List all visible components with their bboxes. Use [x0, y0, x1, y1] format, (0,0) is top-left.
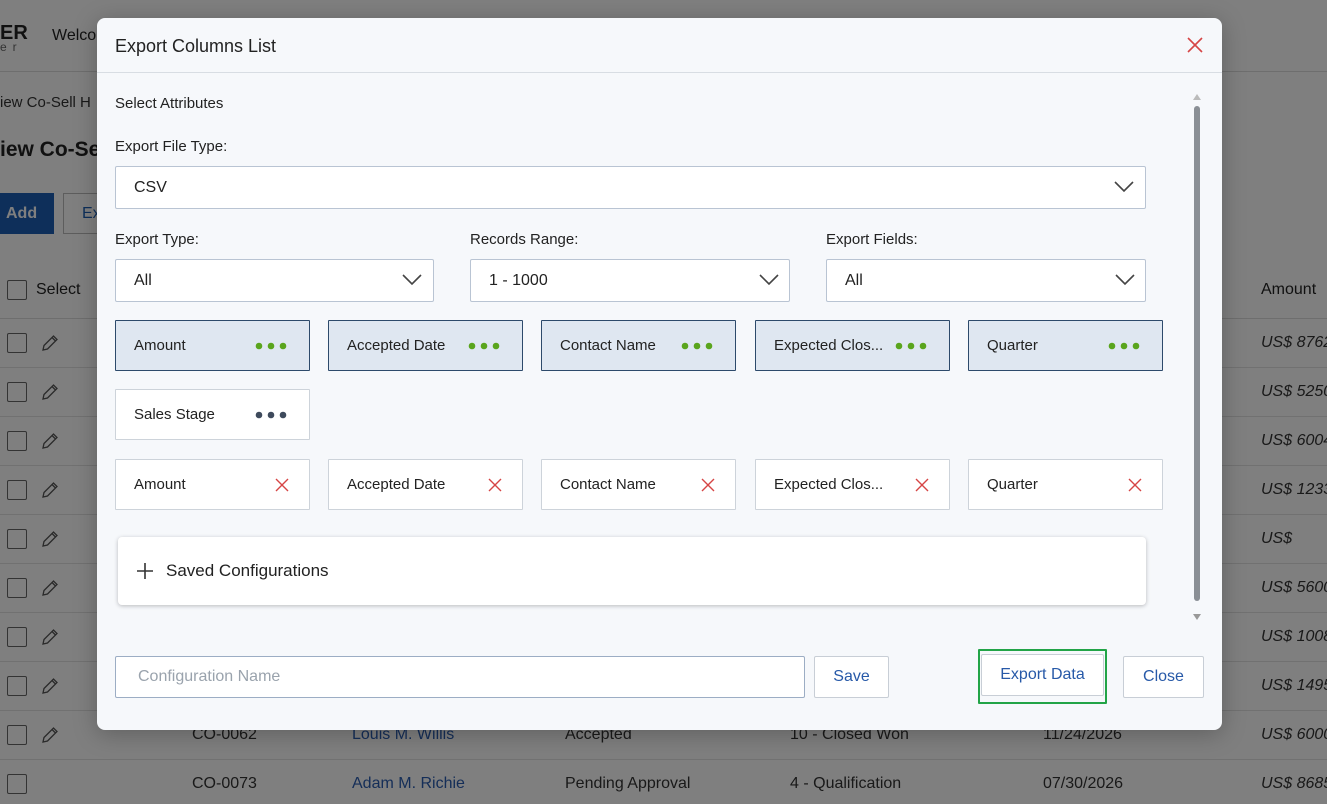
chevron-down-icon [1114, 181, 1134, 193]
selected-column-chip: Contact Name [541, 459, 736, 510]
export-data-button[interactable]: Export Data [981, 654, 1104, 696]
file-type-select[interactable]: CSV [115, 166, 1146, 209]
save-button[interactable]: Save [814, 656, 889, 698]
available-column-chip[interactable]: Quarter [968, 320, 1163, 371]
records-range-select[interactable]: 1 - 1000 [470, 259, 790, 302]
records-range-value: 1 - 1000 [489, 272, 548, 289]
file-type-value: CSV [134, 179, 167, 196]
chip-label: Accepted Date [347, 337, 446, 354]
remove-x-icon[interactable] [487, 477, 503, 493]
selected-column-chip: Quarter [968, 459, 1163, 510]
export-fields-select[interactable]: All [826, 259, 1146, 302]
available-column-chip[interactable]: Sales Stage [115, 389, 310, 440]
available-column-chip[interactable]: Contact Name [541, 320, 736, 371]
configuration-name-input[interactable] [115, 656, 805, 698]
export-type-value: All [134, 272, 152, 289]
export-columns-modal: Export Columns List Select Attributes Ex… [97, 18, 1222, 730]
chip-label: Expected Clos... [774, 476, 884, 493]
more-dots-icon[interactable] [468, 342, 502, 350]
saved-configurations-accordion[interactable]: Saved Configurations [118, 537, 1146, 605]
export-type-select[interactable]: All [115, 259, 434, 302]
more-dots-icon[interactable] [681, 342, 715, 350]
selected-column-chip: Accepted Date [328, 459, 523, 510]
remove-x-icon[interactable] [914, 477, 930, 493]
close-icon[interactable] [1185, 35, 1205, 55]
scrollbar-thumb[interactable] [1194, 106, 1200, 601]
records-range-label: Records Range: [470, 231, 579, 248]
chip-label: Amount [134, 337, 186, 354]
more-dots-icon[interactable] [1108, 342, 1142, 350]
chip-label: Contact Name [560, 476, 656, 493]
more-dots-icon[interactable] [895, 342, 929, 350]
chevron-down-icon [759, 274, 779, 286]
file-type-label: Export File Type: [115, 138, 228, 155]
selected-column-chip: Amount [115, 459, 310, 510]
remove-x-icon[interactable] [700, 477, 716, 493]
modal-header: Export Columns List [97, 18, 1222, 73]
available-column-chip[interactable]: Amount [115, 320, 310, 371]
chip-label: Amount [134, 476, 186, 493]
more-dots-icon[interactable] [255, 411, 289, 419]
scroll-down-arrow[interactable] [1193, 614, 1201, 620]
chip-label: Contact Name [560, 337, 656, 354]
remove-x-icon[interactable] [1127, 477, 1143, 493]
plus-icon [137, 563, 153, 579]
chevron-down-icon [402, 274, 422, 286]
chip-label: Sales Stage [134, 406, 215, 423]
saved-configurations-label: Saved Configurations [166, 561, 329, 580]
selected-column-chip: Expected Clos... [755, 459, 950, 510]
more-dots-icon[interactable] [255, 342, 289, 350]
remove-x-icon[interactable] [274, 477, 290, 493]
scroll-up-arrow[interactable] [1193, 94, 1201, 100]
available-column-chip[interactable]: Accepted Date [328, 320, 523, 371]
close-button[interactable]: Close [1123, 656, 1204, 698]
section-label: Select Attributes [115, 95, 224, 112]
export-fields-value: All [845, 272, 863, 289]
modal-title: Export Columns List [115, 36, 277, 56]
available-column-chip[interactable]: Expected Clos... [755, 320, 950, 371]
export-type-label: Export Type: [115, 231, 199, 248]
chevron-down-icon [1115, 274, 1135, 286]
chip-label: Quarter [987, 337, 1038, 354]
chip-label: Expected Clos... [774, 337, 884, 354]
chip-label: Quarter [987, 476, 1038, 493]
chip-label: Accepted Date [347, 476, 446, 493]
export-fields-label: Export Fields: [826, 231, 918, 248]
